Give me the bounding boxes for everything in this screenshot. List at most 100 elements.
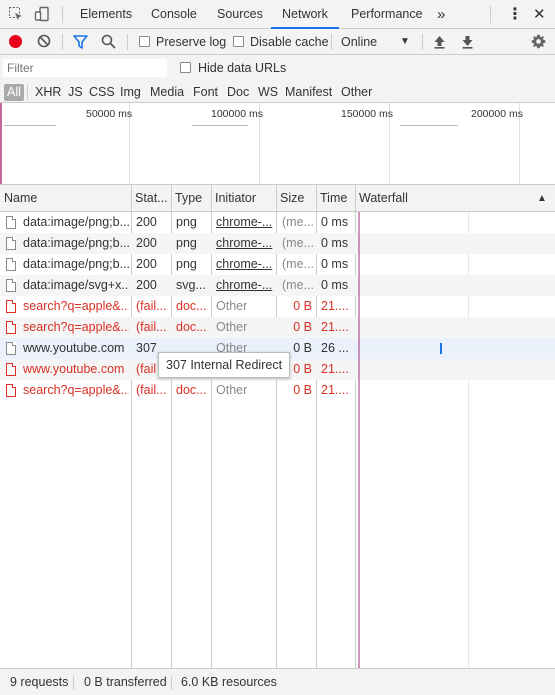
hide-data-urls-checkbox[interactable] (180, 62, 191, 73)
type-filter-doc[interactable]: Doc (224, 84, 252, 101)
request-time: 26 ... (321, 341, 349, 355)
filter-icon[interactable] (73, 35, 88, 52)
request-status: (fail... (136, 320, 167, 334)
device-toolbar-icon[interactable] (34, 6, 50, 22)
request-time: 21.... (321, 320, 349, 334)
column-header-time[interactable]: Time (316, 185, 355, 212)
file-icon (6, 321, 16, 334)
request-count: 9 requests (10, 675, 69, 689)
request-initiator: Other (216, 383, 248, 397)
file-icon (6, 258, 16, 271)
request-initiator[interactable]: chrome-... (216, 233, 274, 254)
column-header-type[interactable]: Type (171, 185, 211, 212)
tab-elements[interactable]: Elements (80, 0, 132, 29)
table-row[interactable]: search?q=apple&... (fail... doc... Other 0 B… (0, 317, 555, 338)
type-filter-media[interactable]: Media (147, 84, 187, 101)
request-name: search?q=apple&... (23, 299, 129, 313)
export-har-icon[interactable] (461, 35, 474, 52)
overview-tick-label: 200000 ms (471, 108, 523, 120)
request-initiator[interactable]: chrome-... (216, 275, 274, 296)
type-filter-manifest[interactable]: Manifest (282, 84, 335, 101)
search-icon[interactable] (101, 34, 116, 52)
inspect-element-icon[interactable] (8, 6, 24, 22)
tab-network[interactable]: Network (271, 0, 339, 29)
type-filter-ws[interactable]: WS (255, 84, 281, 101)
tab-sources[interactable]: Sources (217, 0, 263, 29)
network-toolbar: Preserve log Disable cache Online ▼ (0, 29, 555, 55)
preserve-log-checkbox[interactable] (139, 36, 150, 47)
load-event-line (358, 212, 360, 668)
kebab-menu-icon[interactable]: ⋮ (507, 0, 523, 29)
tab-console[interactable]: Console (151, 0, 197, 29)
divider (422, 34, 423, 50)
request-size: 0 B (293, 320, 312, 334)
table-row[interactable]: data:image/png;b... 200 png chrome-... (me..… (0, 212, 555, 233)
disable-cache-checkbox[interactable] (233, 36, 244, 47)
file-icon (6, 279, 16, 292)
request-size: (me... (282, 215, 314, 229)
network-status-bar: 9 requests 0 B transferred 6.0 KB resour… (0, 668, 555, 695)
divider (127, 34, 128, 50)
table-row[interactable]: data:image/svg+x... 200 svg... chrome-... (m… (0, 275, 555, 296)
divider (73, 676, 74, 690)
sort-ascending-icon[interactable]: ▲ (533, 185, 547, 212)
request-time: 0 ms (321, 278, 349, 292)
request-size: (me... (282, 257, 314, 271)
table-row[interactable]: data:image/png;b... 200 png chrome-... (me..… (0, 254, 555, 275)
request-status: 200 (136, 257, 157, 271)
type-filter-css[interactable]: CSS (86, 84, 118, 101)
hide-data-urls-label: Hide data URLs (198, 61, 287, 75)
record-icon[interactable] (9, 35, 22, 48)
column-header-status[interactable]: Stat... (131, 185, 171, 212)
overview-tick-label: 50000 ms (86, 108, 133, 120)
file-icon (6, 300, 16, 313)
divider (490, 6, 491, 23)
throttling-select[interactable]: Online (341, 29, 377, 55)
column-header-name[interactable]: Name (0, 185, 131, 212)
table-row[interactable]: search?q=apple&... (fail... doc... Other 0 B… (0, 296, 555, 317)
request-type: doc... (176, 320, 207, 334)
request-status: 200 (136, 236, 157, 250)
clear-icon[interactable] (37, 34, 51, 51)
type-filter-xhr[interactable]: XHR (32, 84, 64, 101)
request-initiator[interactable]: chrome-... (216, 212, 274, 233)
close-icon[interactable]: ✕ (533, 0, 546, 29)
chevron-down-icon[interactable]: ▼ (400, 29, 410, 55)
timeline-overview[interactable]: 50000 ms 100000 ms 150000 ms 200000 ms (0, 103, 555, 185)
type-filter-font[interactable]: Font (190, 84, 221, 101)
table-row[interactable]: data:image/png;b... 200 png chrome-... (me..… (0, 233, 555, 254)
table-row[interactable]: search?q=apple&... (fail... doc... Other 0 B… (0, 380, 555, 401)
request-type: png (176, 215, 197, 229)
waterfall-bar (440, 343, 442, 354)
resources-size: 6.0 KB resources (181, 675, 277, 689)
request-type: doc... (176, 383, 207, 397)
column-header-size[interactable]: Size (276, 185, 316, 212)
tab-performance[interactable]: Performance (351, 0, 423, 29)
column-header-waterfall[interactable]: Waterfall (355, 185, 525, 212)
request-name: www.youtube.com (23, 362, 125, 376)
type-filter-other[interactable]: Other (338, 84, 375, 101)
request-time: 21.... (321, 299, 349, 313)
type-filter-img[interactable]: Img (117, 84, 144, 101)
request-name: data:image/svg+x... (23, 278, 129, 292)
divider (171, 676, 172, 690)
request-type: png (176, 257, 197, 271)
more-tabs-icon[interactable]: » (437, 0, 445, 29)
file-icon (6, 384, 16, 397)
import-har-icon[interactable] (433, 35, 446, 52)
request-status: (fail... (136, 383, 167, 397)
type-filter-js[interactable]: JS (65, 84, 86, 101)
type-filter-all[interactable]: All (4, 84, 24, 101)
filter-input[interactable] (3, 59, 167, 77)
filter-bar: Hide data URLs (0, 55, 555, 81)
settings-gear-icon[interactable] (531, 34, 546, 52)
request-initiator[interactable]: chrome-... (216, 254, 274, 275)
overview-tick-label: 100000 ms (211, 108, 263, 120)
column-header-initiator[interactable]: Initiator (211, 185, 276, 212)
resource-type-filters: All XHR JS CSS Img Media Font Doc WS Man… (0, 81, 555, 103)
request-type: png (176, 236, 197, 250)
request-type: doc... (176, 299, 207, 313)
preserve-log-label: Preserve log (156, 35, 227, 49)
divider (27, 85, 28, 100)
devtools-tab-bar: Elements Console Sources Network Perform… (0, 0, 555, 29)
